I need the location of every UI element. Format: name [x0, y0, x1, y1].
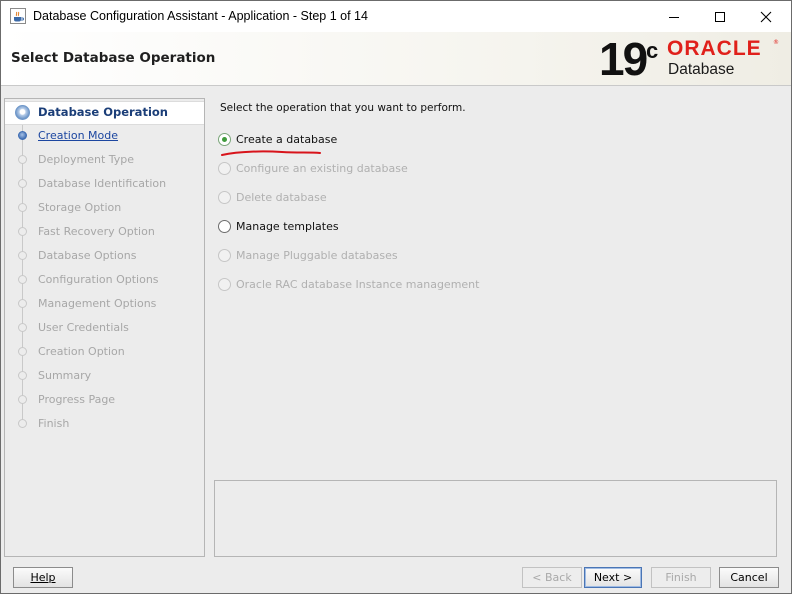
- minimize-button[interactable]: [651, 1, 697, 32]
- nav-step-label: Summary: [38, 369, 92, 382]
- radio-label[interactable]: Manage templates: [236, 220, 339, 233]
- help-button[interactable]: Help: [13, 567, 73, 588]
- nav-step-label: Configuration Options: [38, 273, 159, 286]
- nav-step-label: User Credentials: [38, 321, 129, 334]
- radio-button[interactable]: [218, 220, 231, 233]
- help-button-label: Help: [30, 571, 56, 584]
- step-bullet-icon: [18, 371, 27, 380]
- finish-button[interactable]: Finish: [651, 567, 711, 588]
- radio-button: [218, 191, 231, 204]
- nav-step-label: Creation Option: [38, 345, 125, 358]
- nav-step-label: Deployment Type: [38, 153, 135, 166]
- nav-step-item[interactable]: Database Operation: [5, 101, 204, 125]
- maximize-icon: [715, 11, 725, 22]
- back-button-label: < Back: [532, 571, 572, 584]
- nav-step-label: Management Options: [38, 297, 157, 310]
- step-bullet-icon: [18, 419, 27, 428]
- close-button[interactable]: [743, 1, 789, 32]
- radio-label: Delete database: [236, 191, 327, 204]
- step-bullet-icon: [18, 275, 27, 284]
- step-bullet-icon: [18, 323, 27, 332]
- radio-label: Configure an existing database: [236, 162, 408, 175]
- nav-step-label: Database Options: [38, 249, 137, 262]
- step-bullet-icon: [18, 251, 27, 260]
- nav-step-item: Fast Recovery Option: [5, 221, 204, 243]
- radio-button: [218, 278, 231, 291]
- logo-brand: ORACLE: [667, 37, 762, 60]
- nav-step-label: Progress Page: [38, 393, 116, 406]
- cancel-button-label: Cancel: [730, 571, 768, 584]
- nav-step-item: Progress Page: [5, 389, 204, 411]
- step-bullet-icon: [18, 227, 27, 236]
- radio-button[interactable]: [218, 133, 231, 146]
- step-bullet-icon: [18, 179, 27, 188]
- step-navigation: Database Operation Creation Mode Deploymen…: [4, 98, 205, 557]
- operation-panel: Select the operation that you want to pe…: [212, 98, 789, 558]
- nav-step-item: Database Options: [5, 245, 204, 267]
- nav-step-label: Storage Option: [38, 201, 122, 214]
- step-bullet-icon: [18, 395, 27, 404]
- nav-step-label: Database Operation: [38, 105, 168, 119]
- radio-label[interactable]: Create a database: [236, 133, 337, 146]
- nav-step-label: Creation Mode: [38, 129, 119, 142]
- nav-step-item: Summary: [5, 365, 204, 387]
- nav-step-item[interactable]: Creation Mode: [5, 125, 204, 147]
- radio-button: [218, 249, 231, 262]
- nav-step-label: Fast Recovery Option: [38, 225, 155, 238]
- logo-product: Database: [668, 61, 735, 78]
- operation-radio-option: Delete database: [218, 189, 538, 207]
- next-button-label: Next >: [593, 571, 633, 584]
- nav-step-item: Creation Option: [5, 341, 204, 363]
- step-header: Select Database Operation 19 c ORACLE ® …: [1, 32, 791, 86]
- cancel-button[interactable]: Cancel: [719, 567, 779, 588]
- nav-step-label: Database Identification: [38, 177, 167, 190]
- close-icon: [760, 11, 772, 22]
- operation-radio-option[interactable]: Manage templates: [218, 218, 538, 236]
- nav-step-item: User Credentials: [5, 317, 204, 339]
- step-bullet-icon: [18, 347, 27, 356]
- step-bullet-icon: [18, 131, 27, 140]
- radio-label: Manage Pluggable databases: [236, 249, 398, 262]
- operation-prompt: Select the operation that you want to pe…: [220, 102, 466, 114]
- dbca-window: Database Configuration Assistant - Appli…: [0, 0, 792, 594]
- logo-version-suffix: c: [646, 38, 659, 63]
- finish-button-label: Finish: [665, 571, 697, 584]
- back-button[interactable]: < Back: [522, 567, 582, 588]
- step-bullet-icon: [18, 203, 27, 212]
- java-cup-icon: [10, 8, 26, 24]
- registered-mark-icon: ®: [773, 39, 779, 46]
- step-bullet-icon: [18, 155, 27, 164]
- operation-radio-option: Manage Pluggable databases: [218, 247, 538, 265]
- radio-label: Oracle RAC database Instance management: [236, 278, 480, 291]
- nav-step-item: Configuration Options: [5, 269, 204, 291]
- nav-step-item: Storage Option: [5, 197, 204, 219]
- maximize-button[interactable]: [697, 1, 743, 32]
- next-button[interactable]: Next >: [584, 567, 642, 588]
- nav-step-item: Database Identification: [5, 173, 204, 195]
- operation-radio-option: Oracle RAC database Instance management: [218, 276, 538, 294]
- nav-step-item: Deployment Type: [5, 149, 204, 171]
- logo-version: 19: [599, 33, 648, 85]
- operation-radio-option: Configure an existing database: [218, 160, 538, 178]
- red-underline-annotation: [221, 150, 321, 156]
- page-title: Select Database Operation: [11, 50, 216, 66]
- window-title: Database Configuration Assistant - Appli…: [33, 9, 368, 23]
- nav-step-item: Finish: [5, 413, 204, 435]
- description-box: [214, 480, 777, 557]
- nav-step-item: Management Options: [5, 293, 204, 315]
- step-bullet-icon: [18, 299, 27, 308]
- minimize-icon: [669, 16, 679, 18]
- step-bullet-icon: [15, 105, 30, 120]
- radio-button: [218, 162, 231, 175]
- nav-step-label: Finish: [38, 417, 70, 430]
- title-bar: Database Configuration Assistant - Appli…: [1, 1, 791, 32]
